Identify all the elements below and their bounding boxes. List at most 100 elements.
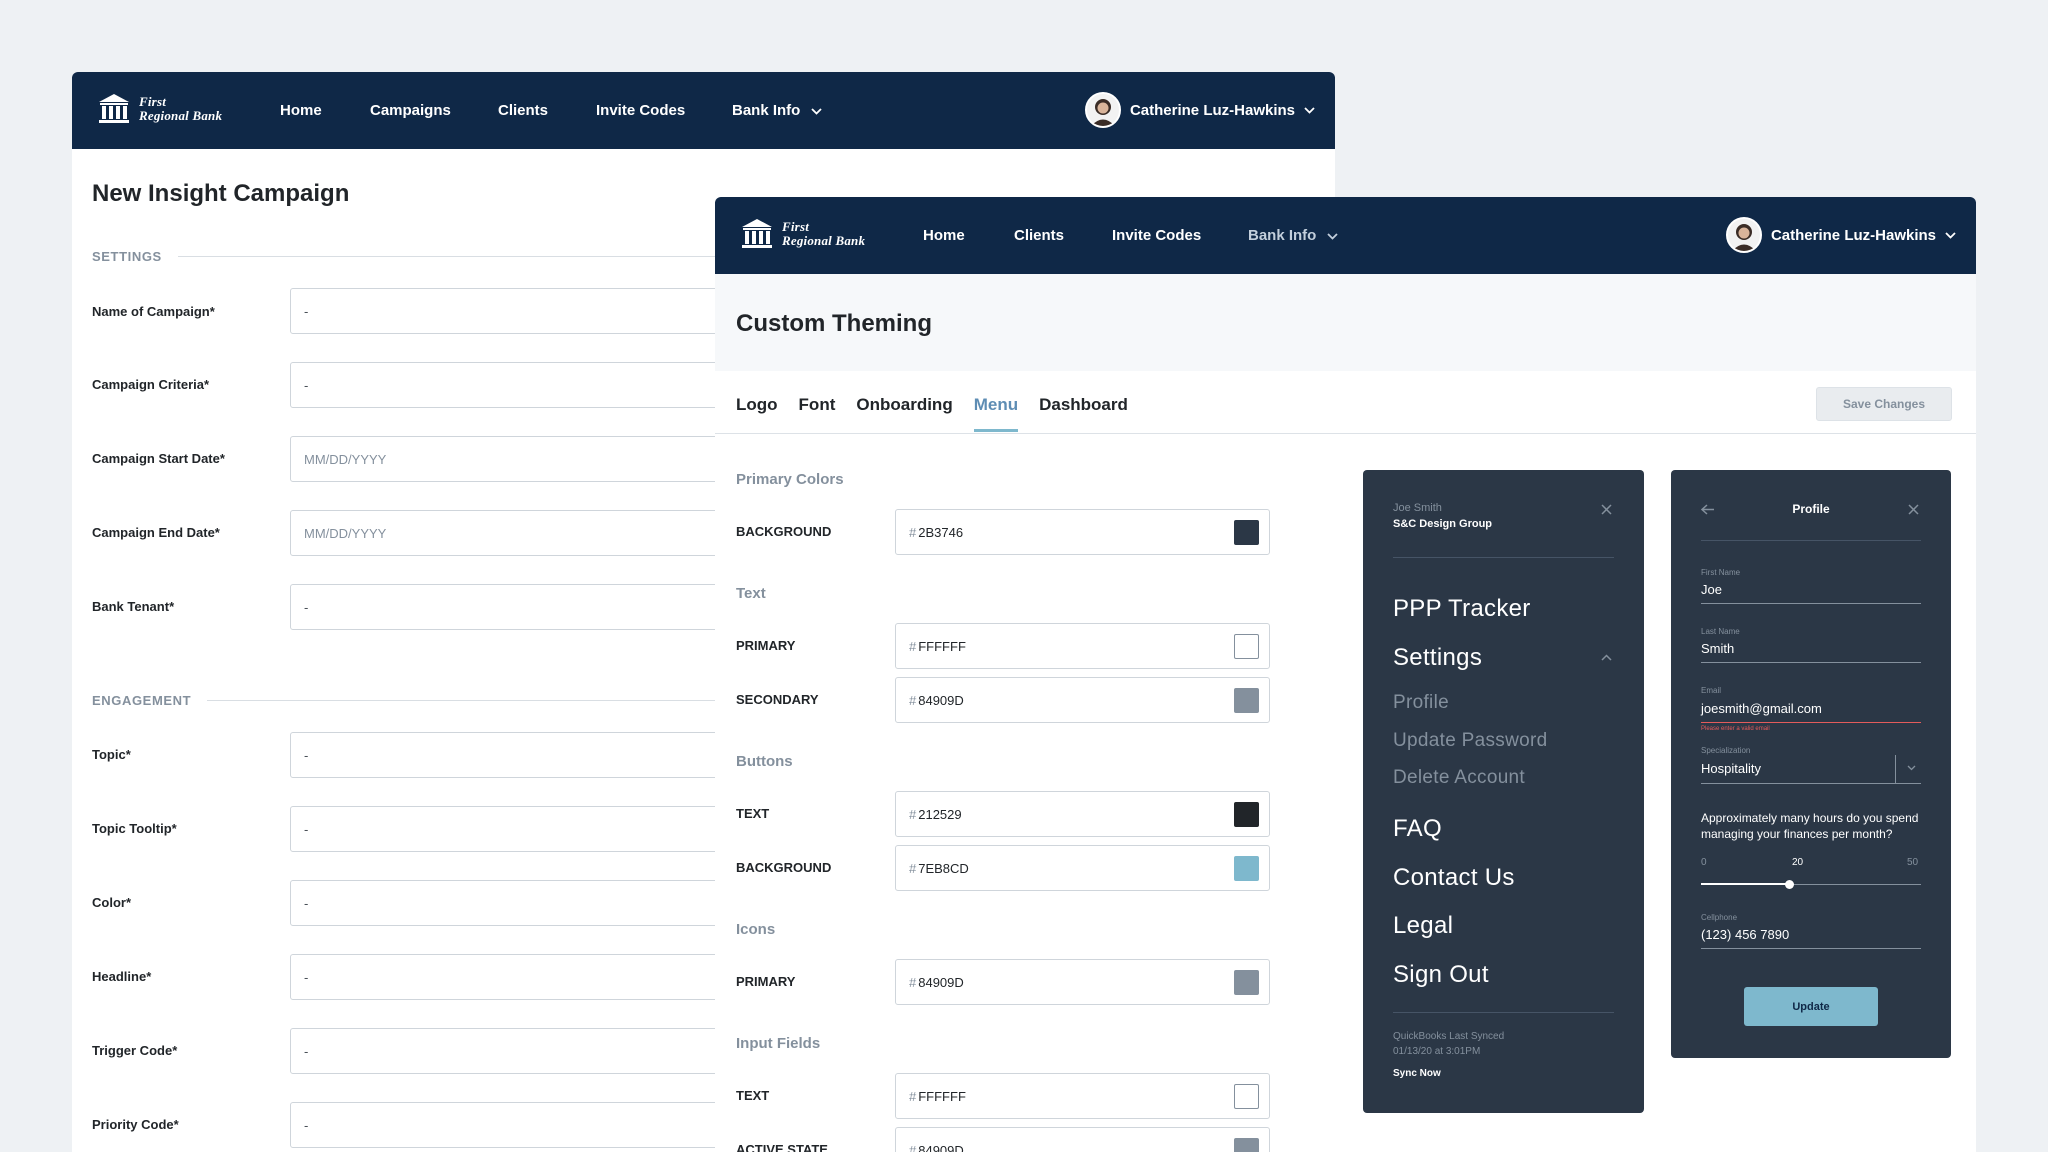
nav-bank-info[interactable]: Bank Info (1248, 227, 1338, 244)
email-field[interactable]: joesmith@gmail.com (1701, 701, 1822, 716)
nav-invite-codes[interactable]: Invite Codes (596, 102, 685, 119)
bank-icon (99, 94, 129, 123)
color-input-button-background[interactable]: #7EB8CD (895, 845, 1270, 891)
save-changes-button[interactable]: Save Changes (1816, 387, 1952, 421)
campaign-name-input[interactable]: - (290, 288, 754, 334)
preview-org-name: S&C Design Group (1393, 518, 1493, 530)
color-input-icons-primary[interactable]: #84909D (895, 959, 1270, 1005)
tab-onboarding[interactable]: Onboarding (856, 395, 952, 432)
menu-item-faq[interactable]: FAQ (1393, 815, 1442, 843)
end-date-input[interactable]: MM/DD/YYYY (290, 510, 754, 556)
bank-tenant-select[interactable]: - (290, 584, 754, 630)
nav-bank-info[interactable]: Bank Info (732, 102, 822, 119)
top-nav: First Regional Bank Home Campaigns Clien… (72, 72, 1335, 149)
chevron-down-icon[interactable] (1907, 765, 1916, 771)
update-button[interactable]: Update (1744, 987, 1878, 1026)
menu-item-contact-us[interactable]: Contact Us (1393, 864, 1515, 892)
page-title: New Insight Campaign (92, 180, 350, 207)
slider-value: 20 (1792, 857, 1804, 868)
close-icon[interactable] (1908, 504, 1919, 515)
nav-clients[interactable]: Clients (1014, 227, 1064, 244)
color-swatch[interactable] (1234, 688, 1259, 713)
headline-input[interactable]: - (290, 954, 754, 1000)
color-select[interactable]: - (290, 880, 754, 926)
priority-code-select[interactable]: - (290, 1102, 754, 1148)
cellphone-field[interactable]: (123) 456 7890 (1701, 927, 1789, 942)
divider (1393, 1012, 1614, 1013)
user-menu[interactable]: Catherine Luz-Hawkins (1084, 92, 1315, 128)
nav-invite-codes[interactable]: Invite Codes (1112, 227, 1201, 244)
section-settings: SETTINGS (92, 249, 754, 264)
user-menu[interactable]: Catherine Luz-Hawkins (1725, 217, 1956, 253)
tab-logo[interactable]: Logo (736, 395, 778, 432)
menu-subitem-profile[interactable]: Profile (1393, 692, 1449, 714)
tabs-divider (715, 433, 1976, 434)
nav-clients[interactable]: Clients (498, 102, 548, 119)
email-label: Email (1701, 686, 1722, 695)
last-name-field[interactable]: Smith (1701, 641, 1734, 656)
color-input-text-primary[interactable]: # FFFFFF (895, 623, 1270, 669)
bank-logo[interactable]: First Regional Bank (98, 93, 222, 124)
menu-subitem-delete-account[interactable]: Delete Account (1393, 767, 1525, 789)
sync-now-link[interactable]: Sync Now (1393, 1068, 1441, 1079)
close-icon[interactable] (1601, 504, 1612, 515)
nav-home[interactable]: Home (923, 227, 965, 244)
theming-window: First Regional Bank Home Clients Invite … (715, 197, 1976, 1152)
color-input-text-secondary[interactable]: #84909D (895, 677, 1270, 723)
field-underline (1701, 783, 1921, 784)
slider-max: 50 (1907, 857, 1919, 868)
top-nav: First Regional Bank Home Clients Invite … (715, 197, 1976, 274)
color-swatch[interactable] (1234, 970, 1259, 995)
menu-item-settings[interactable]: Settings (1393, 644, 1482, 672)
brand-name: First Regional Bank (782, 218, 866, 248)
menu-item-sign-out[interactable]: Sign Out (1393, 961, 1489, 989)
topic-input[interactable]: - (290, 732, 754, 778)
color-label: PRIMARY (736, 974, 796, 989)
color-swatch[interactable] (1234, 1084, 1259, 1109)
specialization-select[interactable]: Hospitality (1701, 761, 1761, 776)
color-swatch[interactable] (1234, 802, 1259, 827)
topic-tooltip-input[interactable]: - (290, 806, 754, 852)
last-name-label: Last Name (1701, 627, 1740, 636)
tab-font[interactable]: Font (799, 395, 836, 432)
divider (1701, 540, 1921, 541)
color-swatch[interactable] (1234, 520, 1259, 545)
color-input-button-text[interactable]: #212529 (895, 791, 1270, 837)
menu-subitem-update-password[interactable]: Update Password (1393, 730, 1547, 752)
first-name-field[interactable]: Joe (1701, 582, 1722, 597)
color-label: TEXT (736, 806, 770, 821)
slider-thumb[interactable] (1785, 880, 1794, 889)
nav-home[interactable]: Home (280, 102, 322, 119)
label-trigger-code: Trigger Code* (92, 1043, 178, 1058)
color-input-background[interactable]: #2B3746 (895, 509, 1270, 555)
theme-tabs: Logo Font Onboarding Menu Dashboard (736, 395, 1128, 432)
group-icons: Icons (736, 921, 776, 938)
menu-item-ppp-tracker[interactable]: PPP Tracker (1393, 595, 1531, 623)
tab-menu[interactable]: Menu (973, 395, 1019, 432)
color-swatch[interactable] (1234, 1138, 1259, 1152)
color-input-active-state[interactable]: #84909D (895, 1127, 1270, 1152)
trigger-code-input[interactable]: - (290, 1028, 754, 1074)
group-text: Text (736, 585, 766, 602)
nav-campaigns[interactable]: Campaigns (370, 102, 451, 119)
color-swatch[interactable] (1234, 856, 1259, 881)
bank-logo[interactable]: First Regional Bank (741, 218, 865, 249)
color-input-field-text[interactable]: # FFFFFF (895, 1073, 1270, 1119)
menu-item-legal[interactable]: Legal (1393, 912, 1453, 940)
group-input-fields: Input Fields (736, 1035, 821, 1052)
slider-fill (1701, 883, 1789, 885)
chevron-down-icon (1945, 231, 1956, 239)
chevron-up-icon[interactable] (1601, 654, 1612, 661)
label-campaign-name: Name of Campaign* (92, 304, 215, 319)
start-date-input[interactable]: MM/DD/YYYY (290, 436, 754, 482)
divider (1393, 557, 1614, 558)
campaign-criteria-input[interactable]: - (290, 362, 754, 408)
label-topic-tooltip: Topic Tooltip* (92, 821, 177, 836)
tab-dashboard[interactable]: Dashboard (1039, 395, 1128, 432)
avatar (1725, 217, 1762, 253)
avatar-photo-icon (1090, 99, 1115, 126)
select-divider (1895, 755, 1896, 783)
brand-name: First Regional Bank (139, 93, 223, 123)
color-label: TEXT (736, 1088, 770, 1103)
color-swatch[interactable] (1234, 634, 1259, 659)
